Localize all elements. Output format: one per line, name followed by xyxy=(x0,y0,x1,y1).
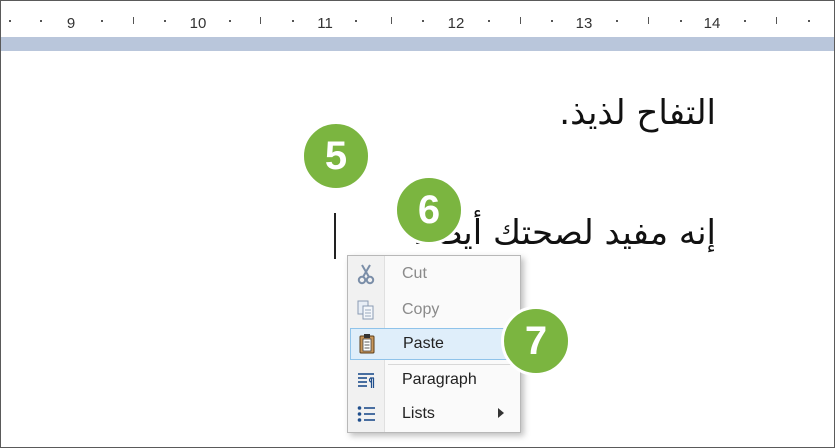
menu-item-label: Paste xyxy=(403,335,444,352)
paragraph-icon xyxy=(350,364,382,396)
ruler-tick xyxy=(680,20,682,22)
ruler-band xyxy=(1,37,834,51)
wordpad-window: 9 10 11 12 13 14 التفاح لذيذ. إنه مفيد ل… xyxy=(0,0,835,448)
menu-item-lists[interactable]: Lists xyxy=(350,398,516,430)
ruler-number: 13 xyxy=(575,15,593,32)
step-callout-5: 5 xyxy=(301,121,371,191)
callout-number: 6 xyxy=(394,175,464,245)
ruler-tick xyxy=(422,20,424,22)
ruler[interactable]: 9 10 11 12 13 14 xyxy=(1,1,834,38)
menu-item-label: Paragraph xyxy=(402,371,477,388)
ruler-tick xyxy=(391,17,392,24)
menu-item-copy[interactable]: Copy xyxy=(350,294,516,326)
ruler-tick xyxy=(133,17,134,24)
ruler-tick xyxy=(616,20,618,22)
ruler-tick xyxy=(551,20,553,22)
menu-item-label: Lists xyxy=(402,405,435,422)
step-callout-6: 6 xyxy=(394,175,464,245)
ruler-tick xyxy=(9,20,11,22)
ruler-number: 12 xyxy=(447,15,465,32)
clipboard-icon xyxy=(351,328,383,360)
document-line[interactable]: التفاح لذيذ. xyxy=(559,93,716,133)
ruler-tick xyxy=(292,20,294,22)
ruler-tick xyxy=(40,20,42,22)
ruler-tick xyxy=(229,20,231,22)
ruler-tick xyxy=(260,17,261,24)
context-menu: Cut Copy Paste Paragraph Lists xyxy=(347,255,521,433)
menu-item-paste[interactable]: Paste xyxy=(350,328,516,360)
ruler-number: 9 xyxy=(66,15,76,32)
ruler-tick xyxy=(355,20,357,22)
ruler-number: 10 xyxy=(189,15,207,32)
callout-number: 7 xyxy=(501,306,571,376)
ruler-tick xyxy=(488,20,490,22)
submenu-arrow-icon xyxy=(498,408,504,418)
list-icon xyxy=(350,398,382,430)
ruler-number: 14 xyxy=(703,15,721,32)
ruler-tick xyxy=(520,17,521,24)
step-callout-7: 7 xyxy=(501,306,571,376)
menu-item-label: Copy xyxy=(402,301,440,318)
ruler-number: 11 xyxy=(317,15,333,32)
copy-icon xyxy=(350,294,382,326)
menu-item-cut[interactable]: Cut xyxy=(350,258,516,290)
menu-item-paragraph[interactable]: Paragraph xyxy=(350,364,516,396)
scissors-icon xyxy=(350,258,382,290)
ruler-tick xyxy=(101,20,103,22)
ruler-tick xyxy=(648,17,649,24)
text-cursor xyxy=(334,213,336,259)
menu-item-label: Cut xyxy=(402,265,427,282)
ruler-tick xyxy=(808,20,810,22)
ruler-tick xyxy=(164,20,166,22)
ruler-tick xyxy=(744,20,746,22)
callout-number: 5 xyxy=(301,121,371,191)
ruler-tick xyxy=(776,17,777,24)
